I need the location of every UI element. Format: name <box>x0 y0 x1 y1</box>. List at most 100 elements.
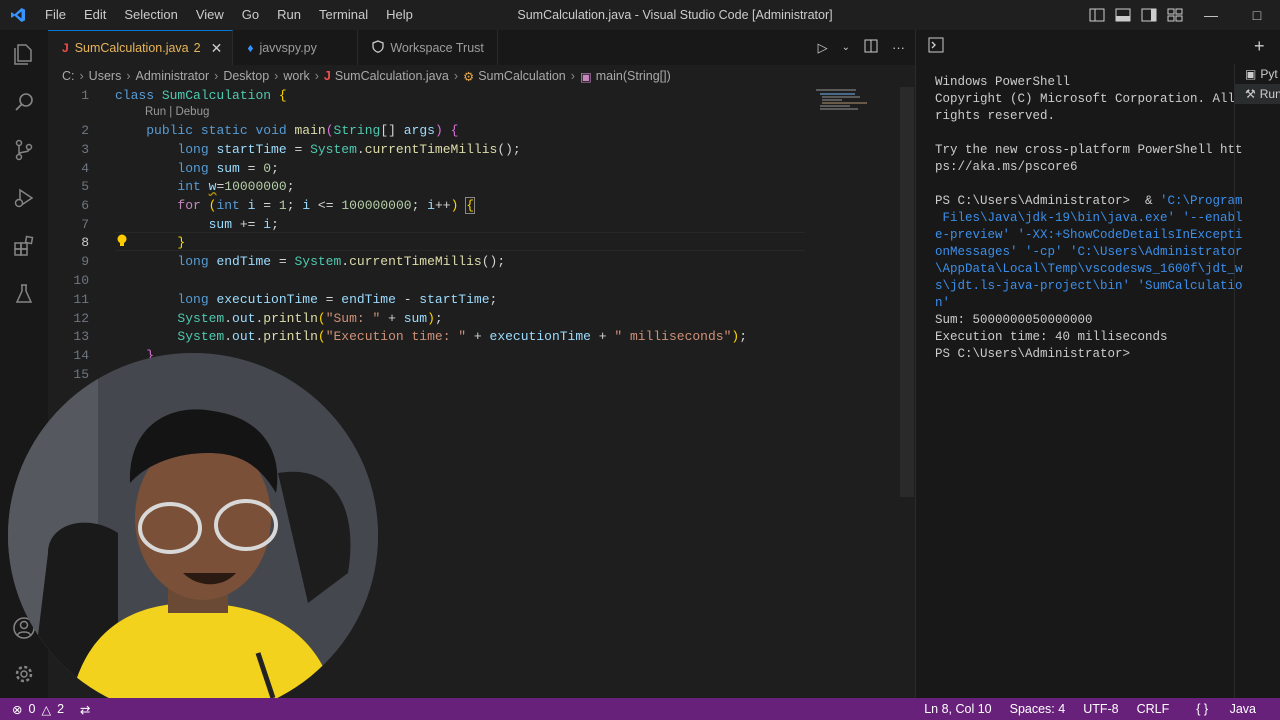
end-of-line[interactable]: CRLF <box>1128 702 1179 716</box>
title-bar: File Edit Selection View Go Run Terminal… <box>0 0 1280 30</box>
toggle-sidebar-icon[interactable] <box>1084 0 1110 30</box>
minimize-button[interactable]: — <box>1188 0 1234 30</box>
extensions-icon[interactable] <box>0 222 48 270</box>
editor-scrollbar[interactable] <box>900 87 914 497</box>
run-debug-icon[interactable] <box>0 174 48 222</box>
language-label: Java <box>1229 702 1256 716</box>
code-line: long executionTime = endTime - startTime… <box>177 292 498 307</box>
source-control-icon[interactable] <box>0 126 48 174</box>
lightbulb-icon[interactable] <box>116 234 128 252</box>
menu-file[interactable]: File <box>36 0 75 30</box>
breadcrumb-item[interactable]: work <box>283 69 309 83</box>
explorer-icon[interactable] <box>0 30 48 78</box>
terminal-line: e-preview' '-XX:+ShowCodeDetailsInExcept… <box>935 228 1243 242</box>
tab-javvspy[interactable]: ♦ javvspy.py <box>233 30 359 65</box>
menu-view[interactable]: View <box>187 0 233 30</box>
code-line: sum += i; <box>208 217 279 232</box>
window-controls: — □ <box>1084 0 1280 30</box>
breadcrumb: C: › Users › Administrator › Desktop › work ›… <box>48 65 915 87</box>
breadcrumb-item[interactable]: SumCalculation <box>478 69 566 83</box>
remote-icon[interactable]: ⇄ <box>80 702 90 717</box>
breadcrumb-item[interactable]: SumCalculation.java <box>335 69 449 83</box>
customize-layout-icon[interactable] <box>1162 0 1188 30</box>
terminal-line: \AppData\Local\Temp\vscodesws_1600f\jdt_… <box>935 262 1243 276</box>
terminal-icon: ▣ <box>1245 67 1257 81</box>
language-mode[interactable]: { } Java <box>1178 702 1274 716</box>
shield-icon <box>372 39 384 56</box>
line-number: 11 <box>73 292 89 307</box>
line-number: 12 <box>73 311 89 326</box>
editor-actions: ▷ ⌄ ··· <box>818 30 905 65</box>
menu-go[interactable]: Go <box>233 0 268 30</box>
breadcrumb-item[interactable]: C: <box>62 69 75 83</box>
terminal-line: s\jdt.ls-java-project\bin' 'SumCalculati… <box>935 279 1243 293</box>
line-number: 10 <box>73 273 89 288</box>
menu-run[interactable]: Run <box>268 0 310 30</box>
terminal-line: Copyright (C) Microsoft Corporation. All <box>935 92 1236 106</box>
menu-selection[interactable]: Selection <box>115 0 186 30</box>
terminal-line: Execution time: 40 milliseconds <box>935 330 1168 344</box>
menu-bar: File Edit Selection View Go Run Terminal… <box>36 0 422 30</box>
line-number: 2 <box>81 123 89 138</box>
java-file-icon: J <box>62 41 69 55</box>
tab-label: Workspace Trust <box>390 40 484 55</box>
gear-icon[interactable] <box>0 650 48 698</box>
more-actions-icon[interactable]: ··· <box>892 40 905 55</box>
terminal-list: ▣ Pyt ⚒ Run <box>1234 64 1280 720</box>
warning-count: 2 <box>57 702 65 716</box>
problems-badge: 2 <box>193 41 201 55</box>
problems-indicator[interactable]: ⊗ 0 △ 2 ⇄ <box>0 702 91 717</box>
maximize-button[interactable]: □ <box>1234 0 1280 30</box>
terminal-line: n' <box>935 296 951 310</box>
class-symbol-icon: ⚙ <box>463 69 475 84</box>
code-line: for (int i = 1; i <= 100000000; i++) { <box>177 197 476 214</box>
cursor-position[interactable]: Ln 8, Col 10 <box>915 702 1000 716</box>
tab-label: SumCalculation.java <box>74 41 189 55</box>
terminal-tab-label: Run <box>1259 87 1280 101</box>
terminal-output[interactable]: Windows PowerShell Copyright (C) Microsof… <box>935 74 1243 363</box>
line-number: 5 <box>81 179 89 194</box>
toggle-panel-icon[interactable] <box>1110 0 1136 30</box>
error-icon: ⊗ <box>12 702 23 717</box>
error-count: 0 <box>28 702 36 716</box>
line-number: 14 <box>73 348 89 363</box>
line-number: 8 <box>81 235 89 250</box>
terminal-tab-run[interactable]: ⚒ Run <box>1235 84 1280 104</box>
breadcrumb-item[interactable]: main(String[]) <box>596 69 671 83</box>
breadcrumb-item[interactable]: Users <box>89 69 122 83</box>
search-icon[interactable] <box>0 78 48 126</box>
menu-terminal[interactable]: Terminal <box>310 0 377 30</box>
tab-sumcalculation[interactable]: J SumCalculation.java 2 ✕ <box>48 30 234 65</box>
line-number: 3 <box>81 142 89 157</box>
breadcrumb-item[interactable]: Administrator <box>136 69 210 83</box>
menu-edit[interactable]: Edit <box>75 0 115 30</box>
indentation[interactable]: Spaces: 4 <box>1001 702 1075 716</box>
run-debug-codelens[interactable]: Run | Debug <box>145 106 209 118</box>
run-icon[interactable]: ▷ <box>818 40 828 56</box>
code-line: System.out.println("Sum: " + sum); <box>177 311 443 326</box>
tab-workspace-trust[interactable]: Workspace Trust <box>358 30 499 65</box>
minimap[interactable] <box>810 87 900 117</box>
terminal-line: PS C:\Users\Administrator> & 'C:\Program <box>935 194 1243 208</box>
breadcrumb-item[interactable]: Desktop <box>223 69 269 83</box>
terminal-line: rights reserved. <box>935 109 1056 123</box>
encoding[interactable]: UTF-8 <box>1074 702 1127 716</box>
terminal-line: Sum: 5000000050000000 <box>935 313 1093 327</box>
line-number: 6 <box>81 198 89 213</box>
line-number: 9 <box>81 254 89 269</box>
terminal-tab-python[interactable]: ▣ Pyt <box>1235 64 1280 84</box>
code-line: long startTime = System.currentTimeMilli… <box>177 142 521 157</box>
braces-icon: { } <box>1196 702 1209 716</box>
split-editor-icon[interactable] <box>864 39 878 56</box>
toggle-secondary-sidebar-icon[interactable] <box>1136 0 1162 30</box>
new-terminal-icon[interactable]: + <box>1254 36 1265 57</box>
testing-icon[interactable] <box>0 270 48 318</box>
terminal-icon[interactable] <box>928 37 944 58</box>
menu-help[interactable]: Help <box>377 0 422 30</box>
line-number: 15 <box>73 367 89 382</box>
chevron-down-icon[interactable]: ⌄ <box>842 42 850 53</box>
close-icon[interactable]: ✕ <box>211 40 223 57</box>
code-line: int w=10000000; <box>177 179 295 194</box>
line-number: 13 <box>73 329 89 344</box>
tools-icon: ⚒ <box>1245 87 1256 101</box>
